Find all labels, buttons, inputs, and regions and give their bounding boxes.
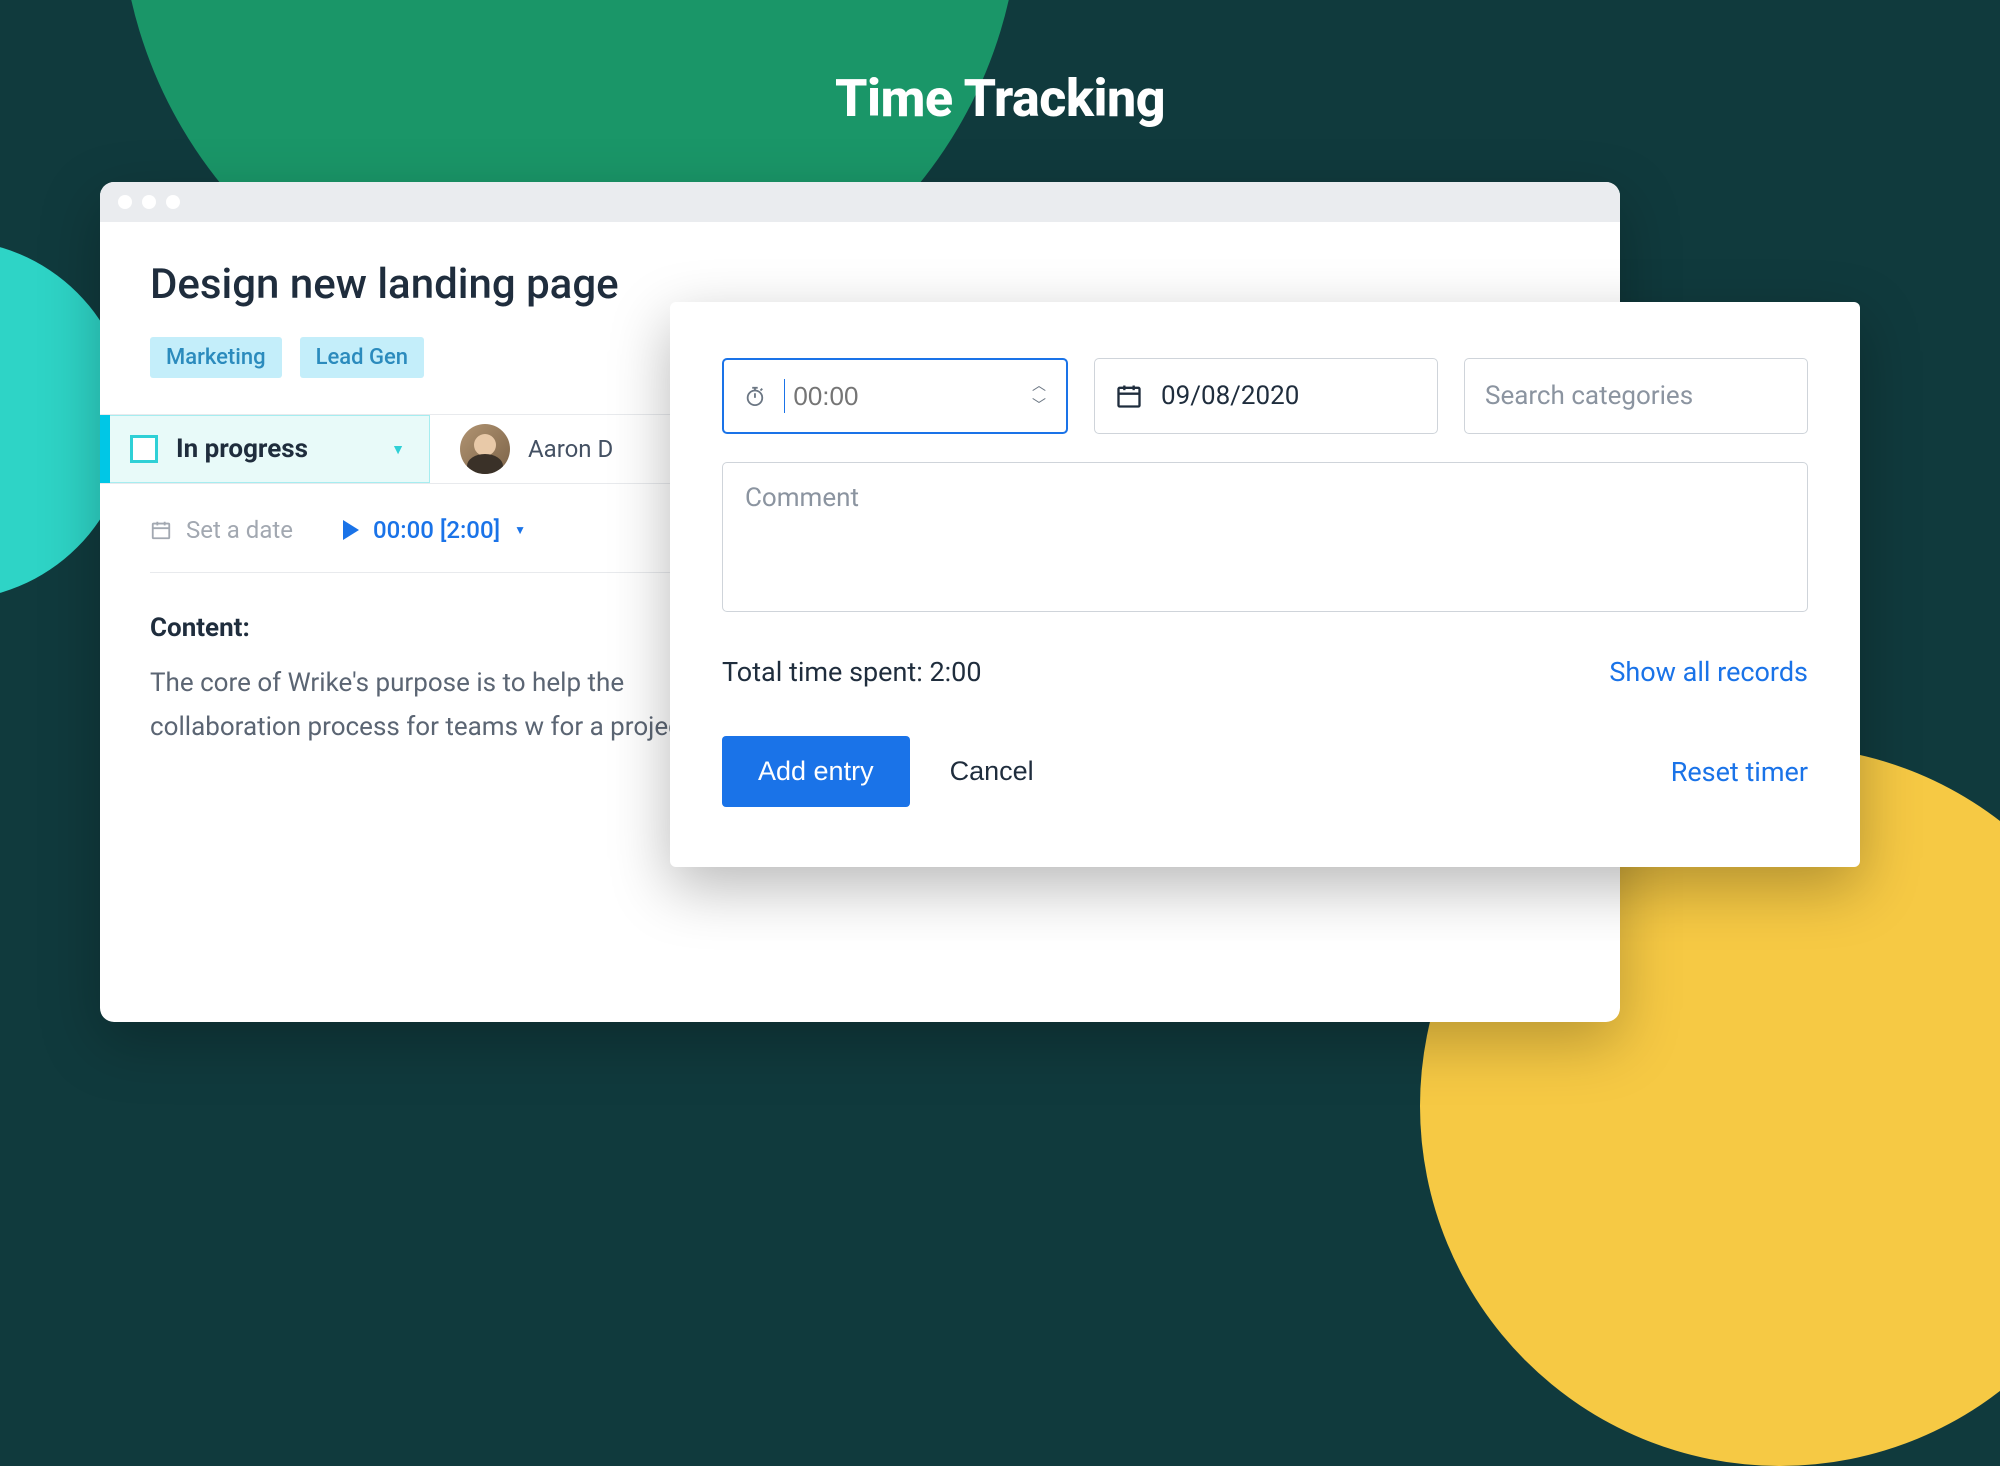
content-body: The core of Wrike's purpose is to help t…: [150, 661, 710, 749]
window-dot: [166, 195, 180, 209]
calendar-icon: [150, 519, 172, 541]
window-chrome: [100, 182, 1620, 222]
calendar-icon: [1115, 382, 1143, 410]
page-title: Time Tracking: [0, 68, 2000, 129]
tag-marketing[interactable]: Marketing: [150, 337, 282, 378]
add-entry-button[interactable]: Add entry: [722, 736, 910, 807]
timer-display[interactable]: 00:00 [2:00] ▼: [343, 516, 526, 544]
comment-input[interactable]: Comment: [722, 462, 1808, 612]
avatar: [460, 424, 510, 474]
status-dropdown[interactable]: In progress ▼: [110, 415, 430, 483]
date-picker[interactable]: Set a date: [150, 516, 293, 544]
chevron-down-icon: ▼: [391, 441, 405, 458]
time-input-field[interactable]: [793, 381, 1014, 412]
timer-value: 00:00 [2:00]: [373, 516, 500, 544]
date-input[interactable]: 09/08/2020: [1094, 358, 1438, 434]
cancel-button[interactable]: Cancel: [950, 756, 1034, 787]
total-time-label: Total time spent: 2:00: [722, 656, 982, 688]
date-placeholder: Set a date: [186, 516, 293, 544]
spinner-up-icon[interactable]: ︿: [1032, 379, 1046, 393]
status-checkbox[interactable]: [130, 435, 158, 463]
status-label: In progress: [176, 434, 373, 464]
assignee[interactable]: Aaron D: [430, 415, 643, 483]
search-placeholder: Search categories: [1485, 381, 1693, 411]
time-spinner: ︿ ﹀: [1032, 379, 1046, 413]
date-value: 09/08/2020: [1161, 381, 1299, 411]
chevron-down-icon: ▼: [514, 523, 526, 537]
status-accent: [100, 415, 110, 483]
time-input[interactable]: ︿ ﹀: [722, 358, 1068, 434]
text-cursor: [784, 379, 785, 413]
category-search[interactable]: Search categories: [1464, 358, 1808, 434]
time-entry-popup: ︿ ﹀ 09/08/2020 Search categories Comment…: [670, 302, 1860, 867]
assignee-name: Aaron D: [528, 435, 613, 463]
window-dot: [118, 195, 132, 209]
reset-timer-link[interactable]: Reset timer: [1671, 756, 1808, 788]
tag-lead-gen[interactable]: Lead Gen: [300, 337, 424, 378]
spinner-down-icon[interactable]: ﹀: [1032, 399, 1046, 413]
window-dot: [142, 195, 156, 209]
show-all-records-link[interactable]: Show all records: [1609, 656, 1808, 688]
play-icon: [343, 520, 359, 540]
comment-placeholder: Comment: [745, 483, 859, 513]
stopwatch-icon: [744, 381, 766, 411]
